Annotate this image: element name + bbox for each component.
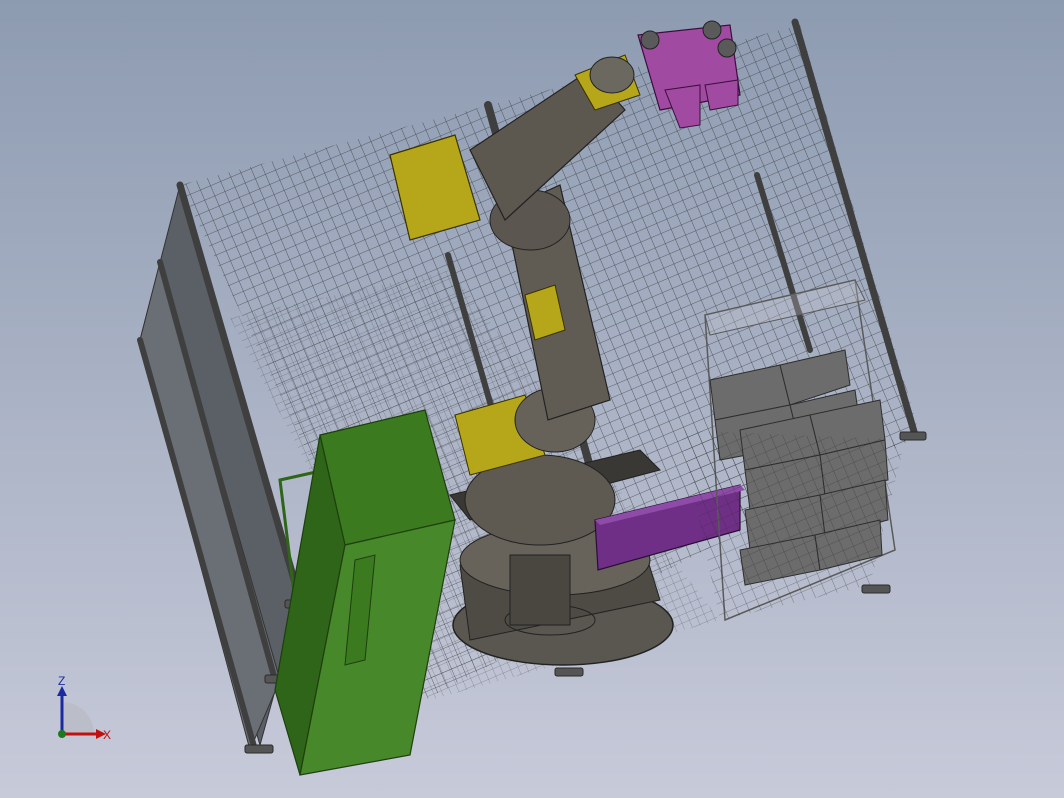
cad-viewport[interactable]: Z X	[0, 0, 1064, 798]
robot-cell-model[interactable]	[0, 0, 1064, 798]
coordinate-triad: Z X	[57, 674, 111, 742]
x-axis-label: X	[103, 728, 111, 742]
z-axis-label: Z	[58, 674, 65, 688]
green-station	[274, 409, 456, 776]
y-axis-dot	[58, 730, 66, 738]
